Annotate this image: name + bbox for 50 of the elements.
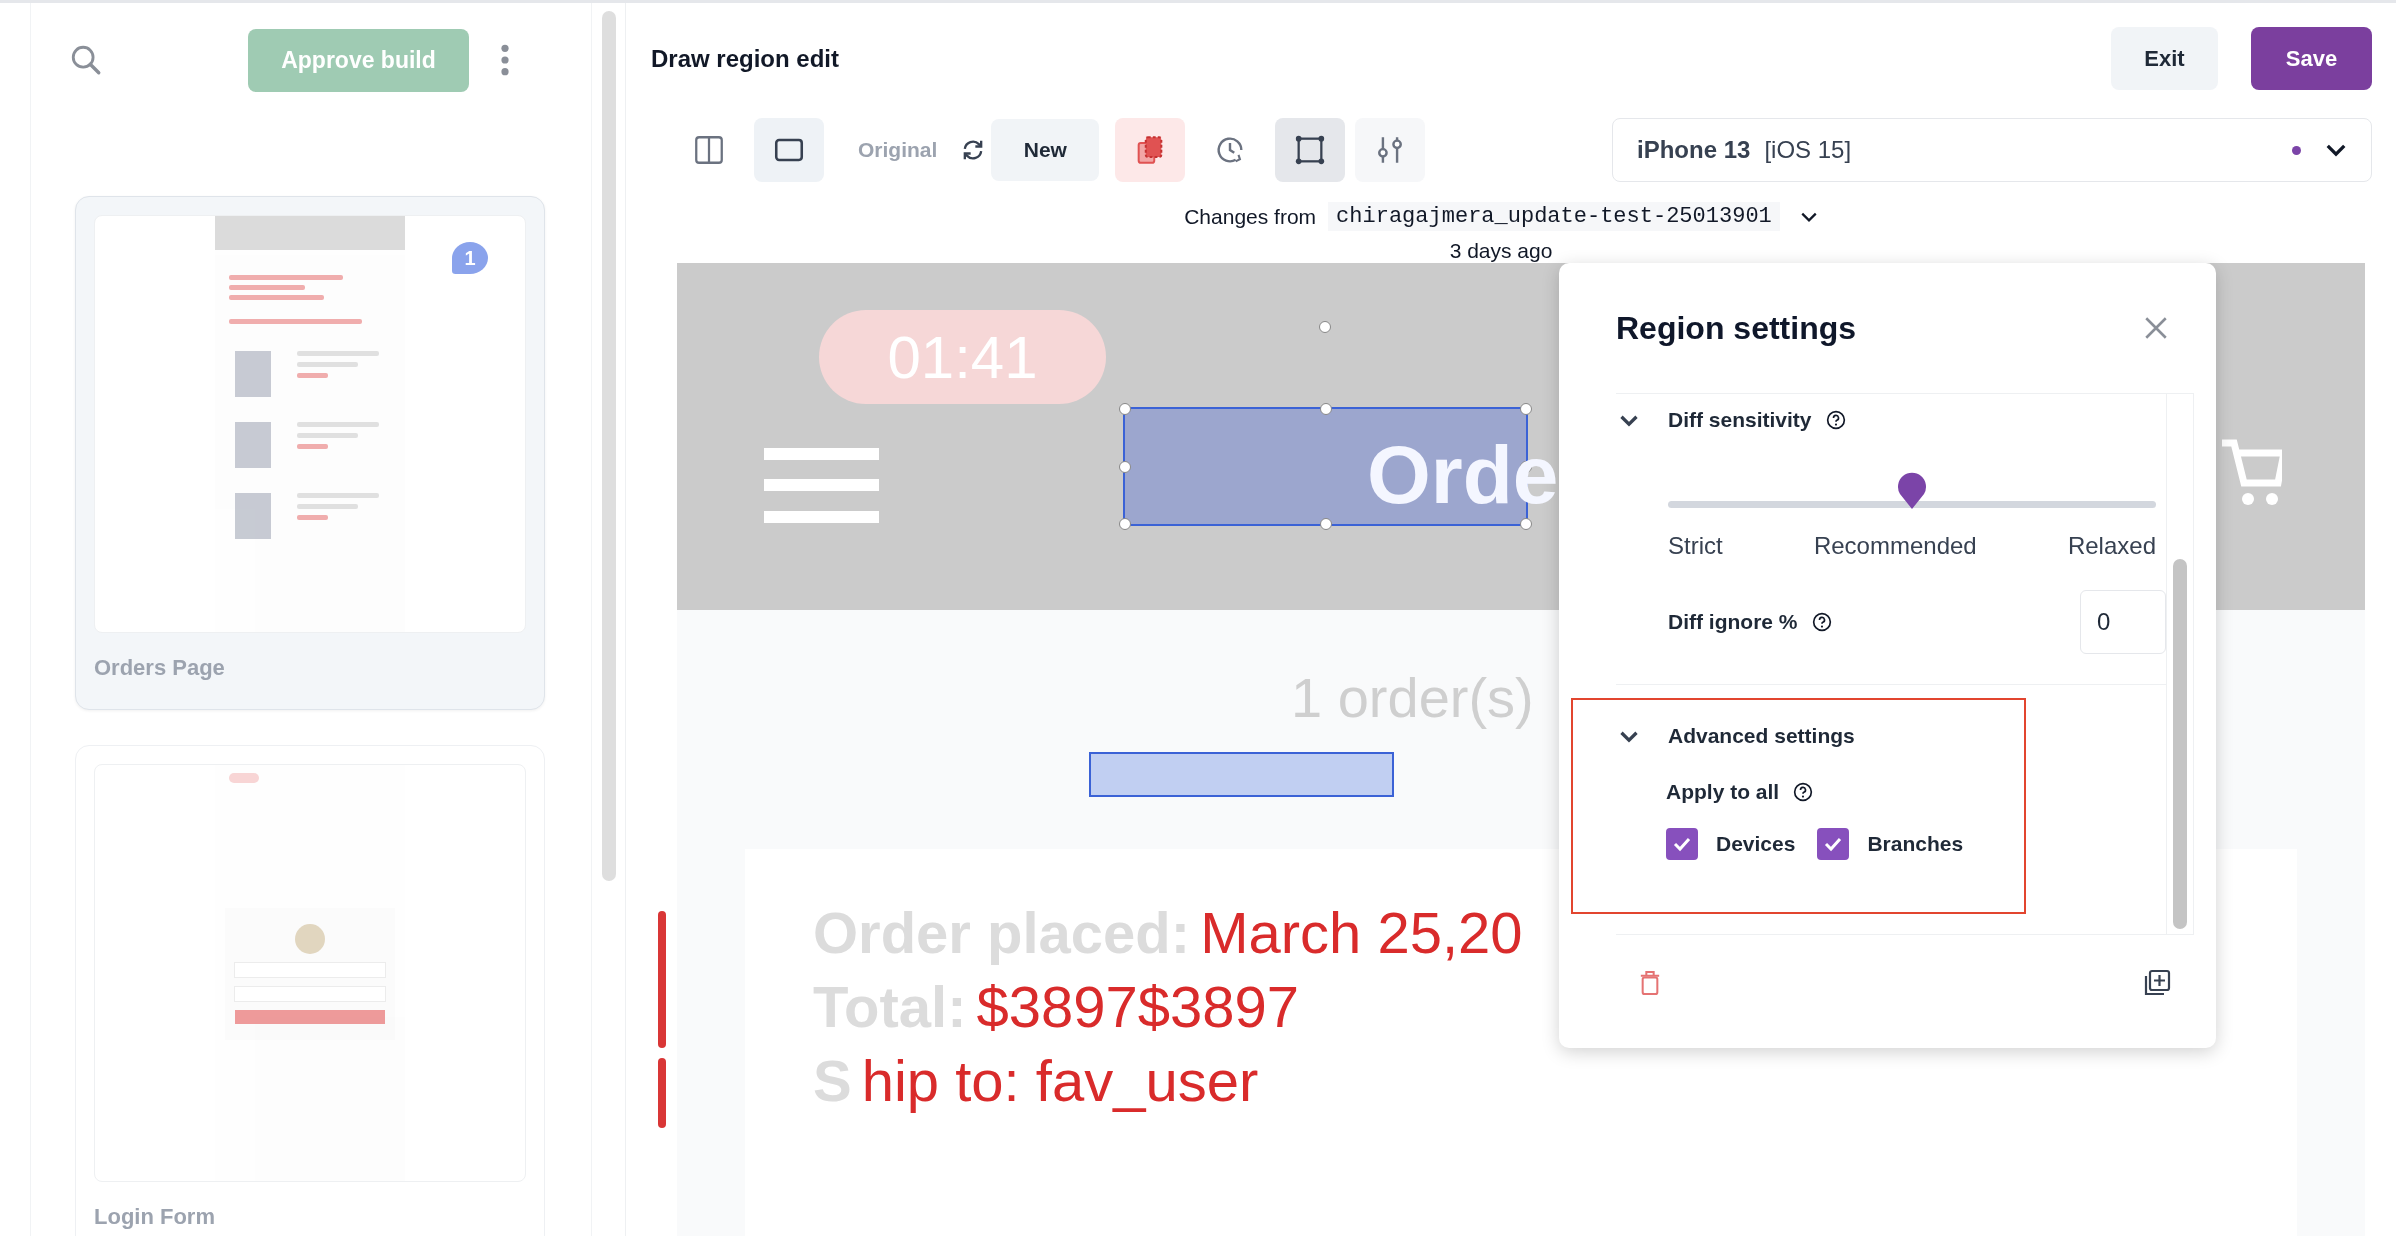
slider-label: Strict (1668, 532, 1723, 560)
more-options-icon[interactable] (500, 43, 510, 77)
changes-label: Changes from (1184, 204, 1317, 229)
changed-text: $3897$3897 (976, 973, 1300, 1040)
save-button[interactable]: Save (2251, 27, 2372, 90)
panel-title: Region settings (1616, 309, 1856, 347)
timestamp: 3 days ago (1449, 239, 1553, 263)
caret-icon (2325, 143, 2347, 157)
close-icon[interactable] (2143, 315, 2169, 341)
section-label: Diff sensitivity (1668, 408, 1812, 432)
single-view-button[interactable] (754, 118, 824, 182)
device-dropdown[interactable]: iPhone 13 [iOS 15] (1612, 118, 2372, 182)
help-icon[interactable] (1825, 410, 1846, 430)
scrollbar-thumb[interactable] (2173, 559, 2187, 929)
search-icon[interactable] (69, 43, 103, 77)
chevron-icon[interactable] (1619, 413, 1639, 427)
diff-marker (658, 1058, 666, 1128)
caret-icon[interactable] (1799, 210, 1818, 223)
checkbox[interactable] (1817, 828, 1850, 860)
rotate-handle[interactable] (1319, 321, 1331, 333)
diff-overlay-button[interactable] (1115, 118, 1186, 182)
adjust-button[interactable] (1355, 118, 1426, 182)
checkbox[interactable] (1666, 828, 1698, 860)
sensitivity-slider[interactable] (1668, 472, 2156, 508)
checkbox-label: Devices (1716, 832, 1796, 856)
section-label: Advanced settings (1668, 724, 1855, 748)
status-dot (2292, 145, 2301, 155)
slider-label: Relaxed (2067, 532, 2156, 560)
new-toggle[interactable]: New (991, 119, 1100, 181)
field-label: Apply to all (1666, 780, 1780, 804)
chevron-icon[interactable] (1619, 729, 1639, 743)
exit-button[interactable]: Exit (2111, 27, 2218, 90)
field-label: Diff ignore % (1668, 610, 1798, 634)
page-title: Draw region edit (651, 44, 840, 73)
ignored-region[interactable] (1089, 752, 1394, 797)
delete-icon[interactable] (1639, 968, 1661, 997)
slider-label: Recommended (1813, 532, 1977, 560)
draw-region-button[interactable] (1275, 118, 1346, 182)
help-icon[interactable] (1811, 612, 1832, 632)
changed-text: March 25,20 (1200, 899, 1523, 966)
duplicate-icon[interactable] (2143, 968, 2171, 997)
slider-thumb[interactable] (1897, 472, 1927, 510)
checkbox-label: Branches (1867, 832, 1964, 856)
scrollbar-thumb[interactable] (602, 11, 616, 881)
input-field[interactable]: 0 (2080, 590, 2166, 654)
split-view-icon (692, 133, 726, 167)
changed-text: hip to: fav_user (861, 1047, 1259, 1114)
branch-name: chiragajmera_update-test-25013901 (1328, 202, 1780, 231)
help-icon[interactable] (1793, 782, 1814, 802)
menu-icon (764, 448, 879, 523)
